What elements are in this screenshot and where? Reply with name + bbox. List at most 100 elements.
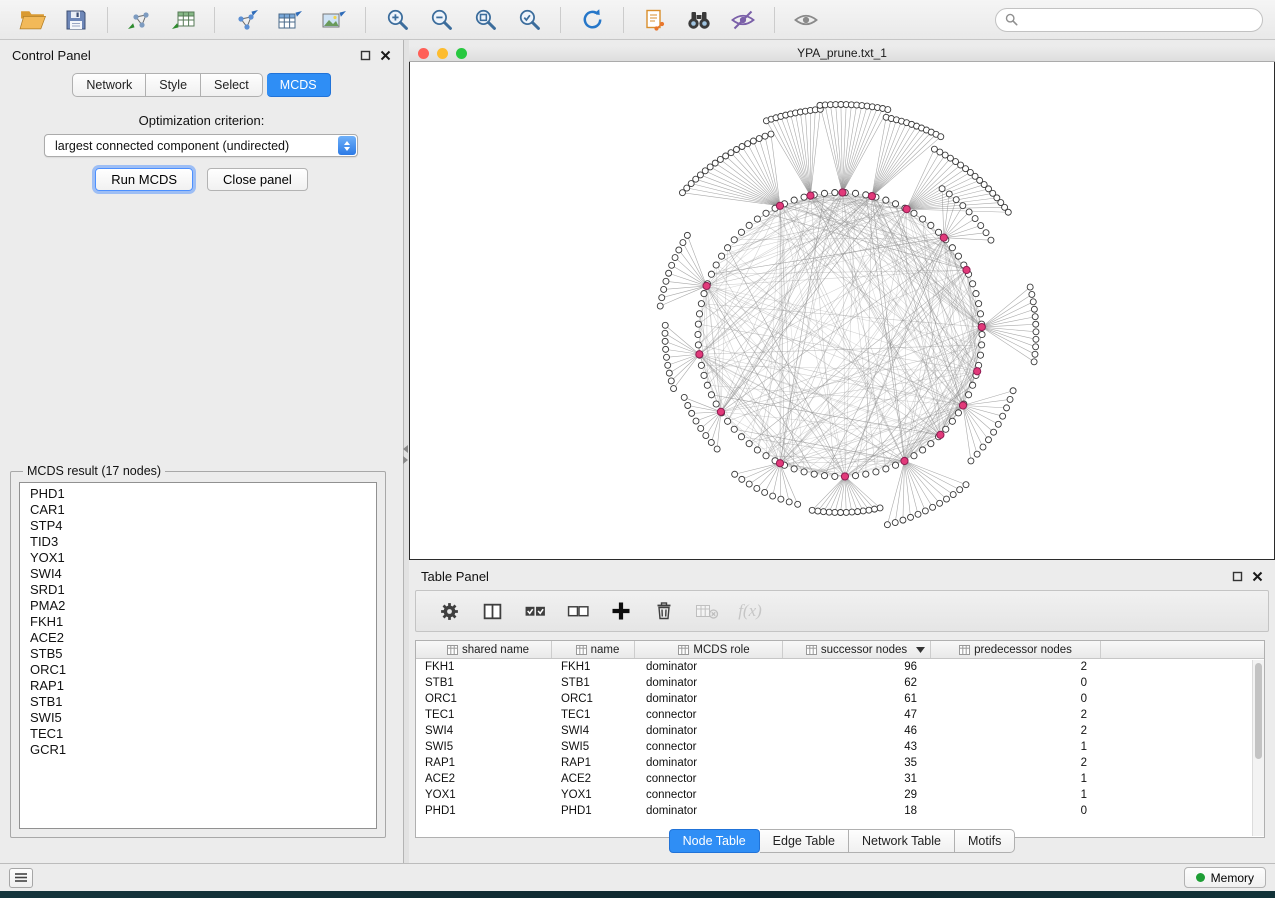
export-network-button[interactable] [226,4,266,36]
list-item[interactable]: ACE2 [30,630,376,646]
float-icon [360,50,371,61]
list-item[interactable]: FKH1 [30,614,376,630]
float-icon [1232,571,1243,582]
maximize-window-button[interactable] [456,48,467,59]
table-cell: SWI4 [552,723,635,739]
list-item[interactable]: SRD1 [30,582,376,598]
list-item[interactable]: ORC1 [30,662,376,678]
tab-style[interactable]: Style [146,73,201,97]
table-row[interactable]: ORC1ORC1dominator610 [416,691,1264,707]
duplicate-network-button[interactable] [635,4,675,36]
sort-arrow-icon[interactable] [916,647,925,653]
close-panel-button[interactable] [380,50,391,61]
find-button[interactable] [679,4,719,36]
list-item[interactable]: STP4 [30,518,376,534]
table-cell: 96 [783,659,931,675]
float-table-panel-button[interactable] [1232,571,1243,582]
zoom-in-icon [385,7,410,32]
list-item[interactable]: SWI5 [30,710,376,726]
list-item[interactable]: RAP1 [30,678,376,694]
open-session-button[interactable] [12,4,52,36]
tab-mcds[interactable]: MCDS [267,73,331,97]
splitter-handle[interactable] [403,445,408,464]
table-row[interactable]: RAP1RAP1dominator352 [416,755,1264,771]
list-item[interactable]: PHD1 [30,486,376,502]
network-canvas[interactable] [409,62,1275,560]
column-icon [576,645,587,655]
table-cell: TEC1 [416,707,552,723]
tab-network[interactable]: Network [72,73,146,97]
table-row[interactable]: FKH1FKH1dominator962 [416,659,1264,675]
tab-node-table[interactable]: Node Table [669,829,760,853]
list-item[interactable]: GCR1 [30,742,376,758]
export-table-icon [277,8,303,32]
apply-layout-button[interactable] [572,4,612,36]
minimize-window-button[interactable] [437,48,448,59]
close-table-panel-button[interactable] [1252,571,1263,582]
column-icon [959,645,970,655]
zoom-selected-button[interactable] [509,4,549,36]
save-session-button[interactable] [56,4,96,36]
tab-network-table[interactable]: Network Table [849,829,955,853]
add-column-button[interactable] [608,598,634,624]
deselect-all-icon [567,601,590,622]
delete-column-button[interactable] [651,598,677,624]
panel-menu-button[interactable] [9,868,33,888]
memory-button[interactable]: Memory [1184,867,1266,888]
column-visibility-button[interactable] [479,598,505,624]
toolbar-separator [214,7,215,33]
list-item[interactable]: STB1 [30,694,376,710]
column-header-mcds-role[interactable]: MCDS role [635,641,783,658]
list-item[interactable]: TEC1 [30,726,376,742]
show-hide-panels-button[interactable] [786,4,826,36]
import-table-button[interactable] [163,4,203,36]
search-input[interactable] [1024,13,1253,27]
column-header-name[interactable]: name [552,641,635,658]
table-panel-tabs: Node Table Edge Table Network Table Moti… [409,829,1275,853]
import-table-icon [170,8,196,32]
table-row[interactable]: STB1STB1dominator620 [416,675,1264,691]
zoom-fit-button[interactable] [465,4,505,36]
table-row[interactable]: PHD1PHD1dominator180 [416,803,1264,819]
mcds-result-title: MCDS result (17 nodes) [23,464,165,478]
list-item[interactable]: PMA2 [30,598,376,614]
table-scrollbar-thumb[interactable] [1255,663,1262,759]
graphics-details-button[interactable] [723,4,763,36]
import-network-button[interactable] [119,4,159,36]
column-header-shared-name[interactable]: shared name [416,641,552,658]
list-item[interactable]: CAR1 [30,502,376,518]
table-row[interactable]: SWI4SWI4dominator462 [416,723,1264,739]
table-settings-button[interactable] [436,598,462,624]
float-panel-button[interactable] [360,50,371,61]
column-label: MCDS role [693,644,749,656]
run-mcds-button[interactable]: Run MCDS [95,168,193,191]
table-row[interactable]: TEC1TEC1connector472 [416,707,1264,723]
export-image-button[interactable] [314,4,354,36]
table-row[interactable]: YOX1YOX1connector291 [416,787,1264,803]
list-item[interactable]: TID3 [30,534,376,550]
column-header-predecessor-nodes[interactable]: predecessor nodes [931,641,1101,658]
table-cell: YOX1 [416,787,552,803]
column-label: name [591,644,620,656]
zoom-in-button[interactable] [377,4,417,36]
table-cell: STB1 [416,675,552,691]
deselect-all-button[interactable] [565,598,591,624]
table-scrollbar[interactable] [1252,660,1264,836]
list-item[interactable]: SWI4 [30,566,376,582]
list-item[interactable]: STB5 [30,646,376,662]
zoom-out-button[interactable] [421,4,461,36]
select-all-button[interactable] [522,598,548,624]
table-row[interactable]: SWI5SWI5connector431 [416,739,1264,755]
tab-motifs[interactable]: Motifs [955,829,1015,853]
tab-select[interactable]: Select [201,73,263,97]
export-table-button[interactable] [270,4,310,36]
table-row[interactable]: ACE2ACE2connector311 [416,771,1264,787]
column-header-successor-nodes[interactable]: successor nodes [783,641,931,658]
close-window-button[interactable] [418,48,429,59]
close-panel-button-mcds[interactable]: Close panel [207,168,308,191]
tab-edge-table[interactable]: Edge Table [760,829,849,853]
list-item[interactable]: YOX1 [30,550,376,566]
import-network-icon [126,8,152,32]
optimization-select[interactable]: largest connected component (undirected) [44,134,358,157]
export-image-icon [321,8,347,32]
